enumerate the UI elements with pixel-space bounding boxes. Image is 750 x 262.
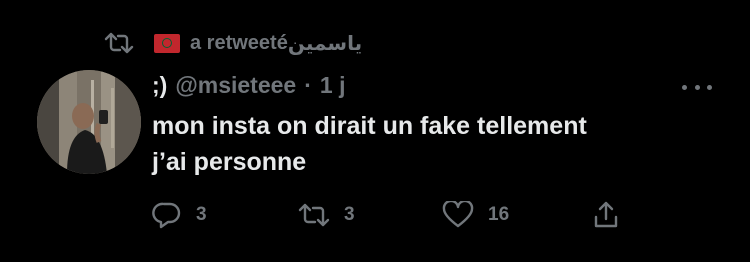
morocco-flag-icon xyxy=(154,33,180,53)
retweet-context-text: a retweeté xyxy=(190,31,288,54)
share-icon xyxy=(592,200,620,230)
handle[interactable]: @msieteee xyxy=(175,72,296,99)
more-dot xyxy=(682,84,687,90)
action-bar: 3 3 16 xyxy=(152,198,632,232)
tweet-text-line: mon insta on dirait un fake tellement xyxy=(152,112,587,140)
tweet-text-line: j’ai personne xyxy=(152,148,307,176)
avatar[interactable] xyxy=(37,70,141,174)
tweet-text: mon insta on dirait un fake tellement j’… xyxy=(152,108,712,180)
more-dot xyxy=(694,84,700,90)
reply-icon xyxy=(152,201,182,229)
tweet[interactable]: a retweeté ياسمين ;) @msieteee · 1 j mon… xyxy=(0,0,750,262)
retweeter-name[interactable]: ياسمين xyxy=(288,31,362,56)
reply-button[interactable]: 3 xyxy=(152,198,207,232)
retweet-count: 3 xyxy=(344,204,355,225)
retweet-context: a retweeté ياسمين xyxy=(104,30,362,56)
tweet-header: ;) @msieteee · 1 j xyxy=(152,72,345,99)
more-dot xyxy=(707,84,712,90)
display-name[interactable]: ;) xyxy=(152,72,167,99)
retweet-icon xyxy=(298,202,330,228)
retweet-button[interactable]: 3 xyxy=(298,198,355,232)
like-button[interactable]: 16 xyxy=(442,198,509,232)
heart-icon xyxy=(442,201,474,229)
reply-count: 3 xyxy=(196,204,207,225)
more-icon[interactable] xyxy=(682,80,712,94)
like-count: 16 xyxy=(488,204,510,225)
share-button[interactable] xyxy=(592,198,620,232)
timestamp[interactable]: 1 j xyxy=(320,72,346,99)
separator-dot: · xyxy=(304,72,312,98)
retweet-icon xyxy=(104,31,134,55)
